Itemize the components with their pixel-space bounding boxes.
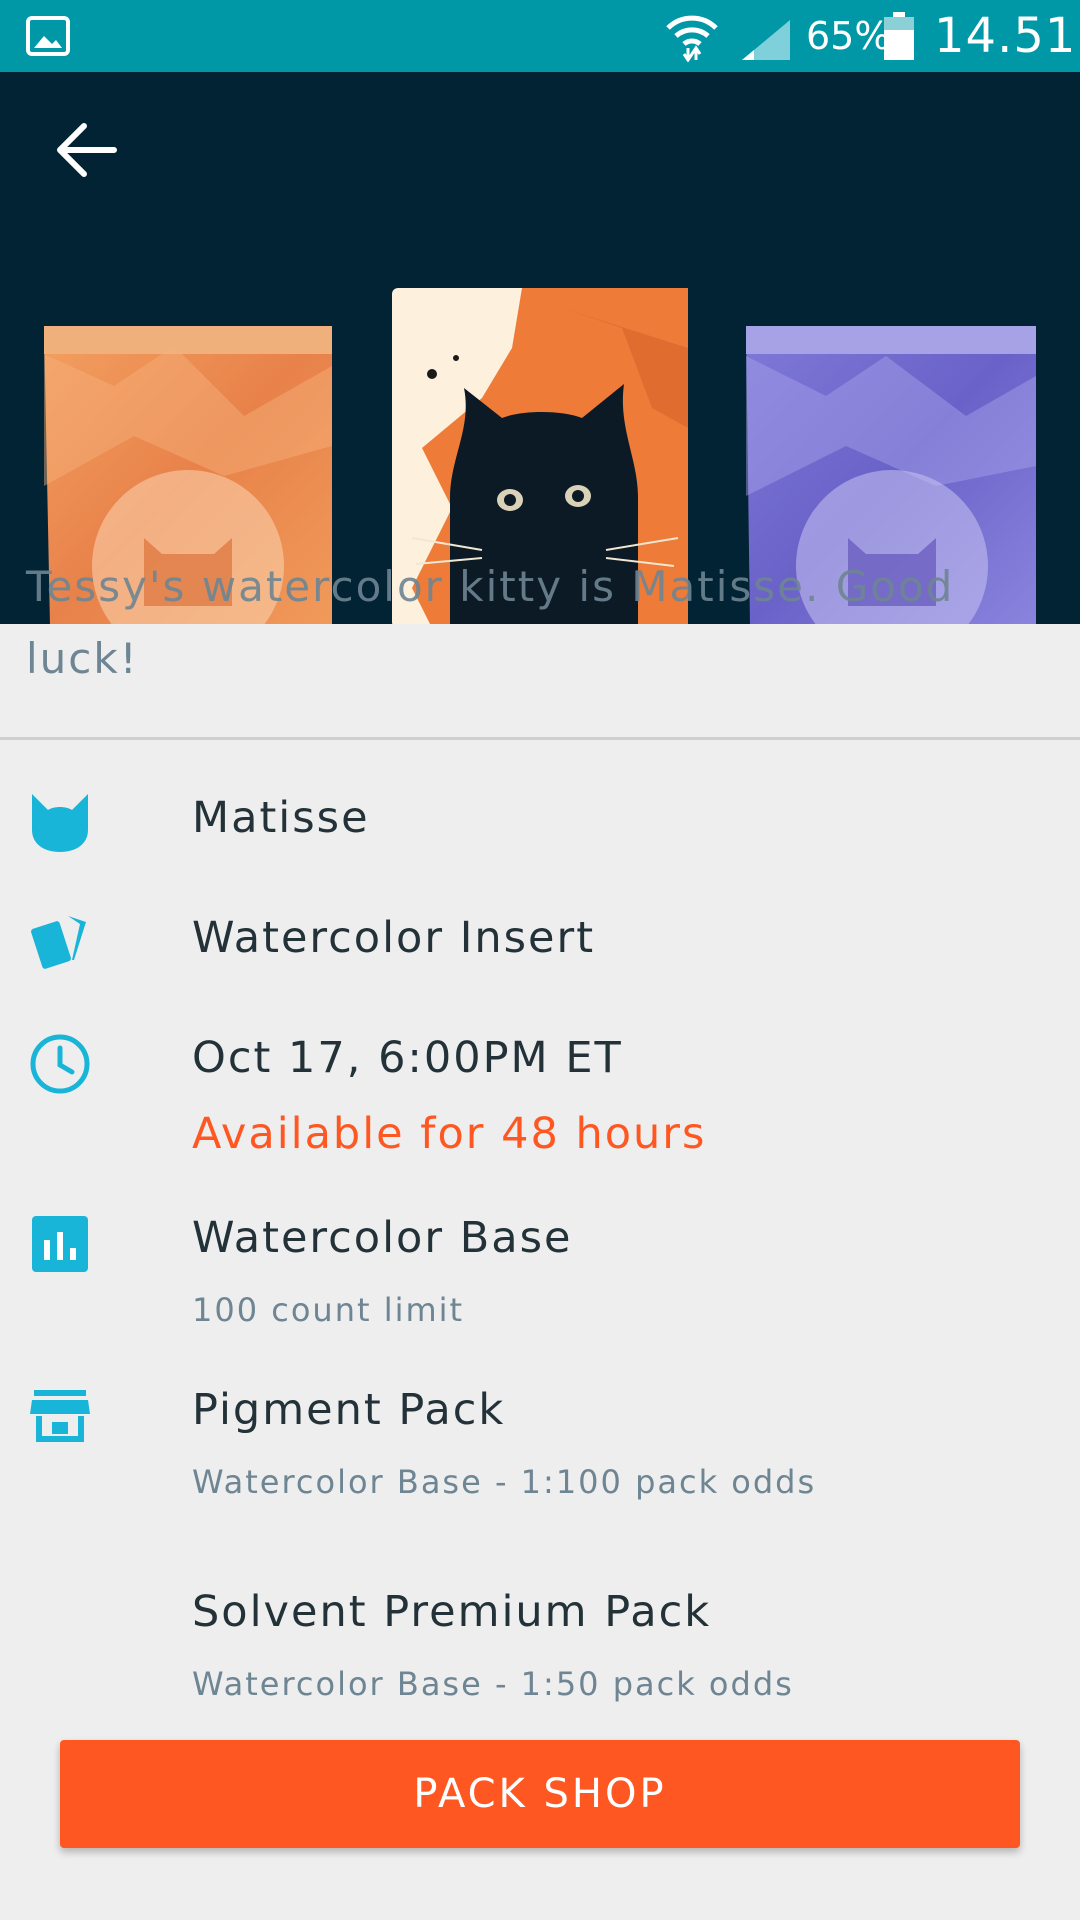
set-name: Watercolor Insert: [192, 913, 596, 963]
clock-icon: [30, 1034, 90, 1094]
pack-title: Pigment Pack: [192, 1385, 506, 1435]
availability-notice: Available for 48 hours: [192, 1109, 707, 1159]
card-description: Tessy's watercolor kitty is Matisse. Goo…: [26, 562, 1046, 688]
battery-percent: 65%: [806, 14, 891, 58]
pack-odds: Watercolor Base - 1:100 pack odds: [192, 1463, 817, 1501]
wifi-icon: [666, 15, 718, 62]
description-partial-line: Tessy's watercolor kitty is Matisse. Goo…: [26, 562, 955, 611]
base-title: Watercolor Base: [192, 1213, 573, 1263]
base-count-limit: 100 count limit: [192, 1291, 465, 1329]
cards-icon: [31, 916, 86, 969]
back-arrow-icon[interactable]: [52, 116, 120, 184]
clock: 14.51: [934, 8, 1077, 64]
bar-chart-icon: [32, 1216, 88, 1272]
divider: [0, 737, 1080, 740]
pack-shop-button[interactable]: PACK SHOP: [60, 1740, 1020, 1848]
battery-icon: [884, 12, 914, 60]
status-bar: 65% 14.51: [0, 0, 1080, 72]
pack-title: Solvent Premium Pack: [192, 1587, 712, 1637]
cat-icon: [32, 794, 88, 852]
card-header: [0, 72, 1080, 624]
release-time: Oct 17, 6:00PM ET: [192, 1033, 623, 1083]
store-icon: [30, 1390, 90, 1442]
gallery-notification-icon: [26, 16, 70, 56]
pack-odds: Watercolor Base - 1:50 pack odds: [192, 1665, 794, 1703]
artist-name: Matisse: [192, 793, 370, 843]
signal-icon: [742, 20, 790, 60]
